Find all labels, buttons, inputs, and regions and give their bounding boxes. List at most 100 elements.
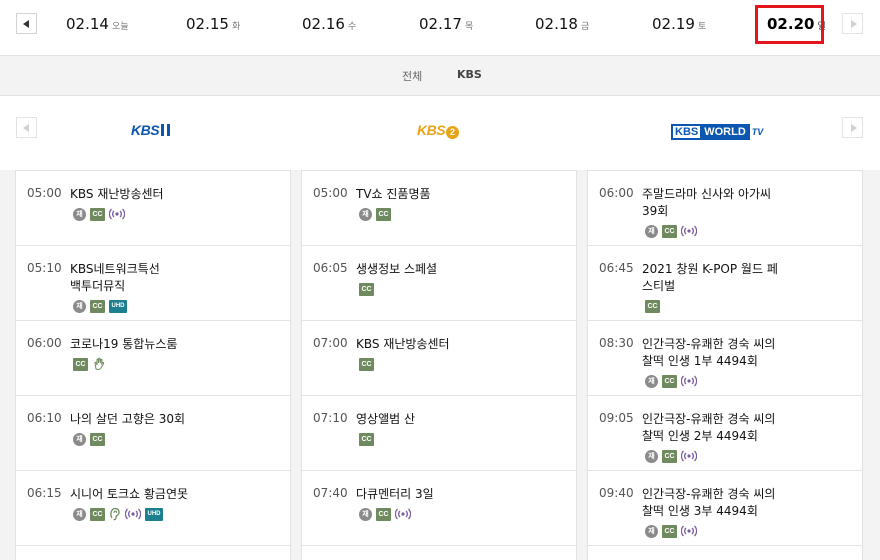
program-badges: CC <box>359 282 374 296</box>
program-title[interactable]: 인간극장-유쾌한 경숙 씨의 찰떡 인생 1부 4494회 <box>642 336 782 370</box>
program-title[interactable]: 영상앨범 산 <box>356 411 566 428</box>
program-title[interactable]: 시니어 토크쇼 황금연못 <box>70 486 280 503</box>
program-title[interactable]: 코로나19 통합뉴스룸 <box>70 336 280 353</box>
uhd-icon: UHD <box>109 299 127 313</box>
date-item-0217[interactable]: 02.17 목 <box>419 14 473 36</box>
cc-icon: CC <box>662 449 677 463</box>
chevron-right-icon <box>851 20 857 28</box>
program-title[interactable]: KBS 재난방송센터 <box>70 186 280 203</box>
date-label: 02.18 <box>535 15 578 33</box>
broadcast-icon <box>681 524 697 538</box>
program-time: 07:40 <box>313 486 348 500</box>
cc-icon: CC <box>359 282 374 296</box>
program-title[interactable]: 생생정보 스페셜 <box>356 261 566 278</box>
cc-icon: CC <box>90 299 105 313</box>
weekday-label: 화 <box>231 22 241 32</box>
kbs1-schedule-column: 05:00 KBS 재난방송센터 재 CC 05:10 KBS네트워크특선 백투더뮤직 재 C… <box>15 170 291 560</box>
program-badges: CC <box>359 357 374 371</box>
date-label: 02.19 <box>652 15 695 33</box>
program-time: 05:00 <box>27 186 62 200</box>
program-time: 06:45 <box>599 261 634 275</box>
cc-icon: CC <box>73 357 88 371</box>
program-row[interactable]: 08:30 인간극장-유쾌한 경숙 씨의 찰떡 인생 1부 4494회 재 CC <box>588 321 862 396</box>
program-badges: 재 CC <box>645 374 697 388</box>
program-badges: 재 CC <box>359 507 411 521</box>
program-row[interactable]: 05:00 KBS 재난방송센터재 CC <box>16 171 290 246</box>
program-row[interactable]: 06:10 나의 살던 고향은 30회재 CC <box>16 396 290 471</box>
program-row[interactable]: 09:40 인간극장-유쾌한 경숙 씨의 찰떡 인생 3부 4494회재 CC <box>588 471 862 546</box>
selected-date-highlight-box <box>755 5 824 44</box>
rerun-icon: 재 <box>645 374 658 388</box>
program-title[interactable]: 2021 창원 K-POP 월드 페스티벌 <box>642 261 782 295</box>
program-time: 07:10 <box>313 411 348 425</box>
kbs1-logo: KBS <box>131 120 181 138</box>
program-time: 06:05 <box>313 261 348 275</box>
date-item-0215[interactable]: 02.15 화 <box>186 14 240 36</box>
audio-description-icon <box>109 507 121 521</box>
broadcast-icon <box>109 207 125 221</box>
filter-all-tab[interactable]: 전체 <box>402 68 422 84</box>
weekday-label: 금 <box>580 22 590 32</box>
channel-next-button[interactable] <box>842 117 863 138</box>
cc-icon: CC <box>376 507 391 521</box>
program-title[interactable]: 인간극장-유쾌한 경숙 씨의 찰떡 인생 3부 4494회 <box>642 486 782 520</box>
program-row[interactable]: 07:40 다큐멘터리 3일재 CC <box>302 471 576 546</box>
program-row[interactable]: 07:00 KBS 재난방송센터 CC <box>302 321 576 396</box>
program-title[interactable]: 주말드라마 신사와 아가씨 39회 <box>642 186 782 220</box>
weekday-label: 토 <box>697 22 707 32</box>
broadcast-icon <box>681 449 697 463</box>
program-title[interactable]: KBS네트워크특선 백투더뮤직 <box>70 261 170 295</box>
cc-icon: CC <box>662 374 677 388</box>
program-time: 07:00 <box>313 336 348 350</box>
program-time: 09:40 <box>599 486 634 500</box>
rerun-icon: 재 <box>73 207 86 221</box>
program-badges: 재 CC <box>73 207 125 221</box>
program-title[interactable]: KBS 재난방송센터 <box>356 336 566 353</box>
kbs-world-tv-logo: KBS WORLD TV <box>671 120 781 140</box>
program-row[interactable]: 06:00 주말드라마 신사와 아가씨 39회 재 CC <box>588 171 862 246</box>
date-item-0216[interactable]: 02.16 수 <box>302 14 356 36</box>
program-title[interactable]: 다큐멘터리 3일 <box>356 486 566 503</box>
program-title[interactable]: 인간극장-유쾌한 경숙 씨의 찰떡 인생 2부 4494회 <box>642 411 782 445</box>
weekday-label: 수 <box>347 22 357 32</box>
program-badges: 재 CC <box>645 224 697 238</box>
channel-header: KBS KBS 2 KBS WORLD TV <box>0 95 880 170</box>
date-next-button[interactable] <box>842 13 863 34</box>
program-time: 06:15 <box>27 486 62 500</box>
channel-prev-button[interactable] <box>16 117 37 138</box>
rerun-icon: 재 <box>359 207 372 221</box>
date-item-0218[interactable]: 02.18 금 <box>535 14 589 36</box>
program-badges: 재 CC <box>645 524 697 538</box>
program-badges: CC <box>359 432 374 446</box>
program-row[interactable]: 06:00 코로나19 통합뉴스룸 CC <box>16 321 290 396</box>
kbs2-schedule-column: 05:00 TV쇼 진품명품 재 CC 06:05 생생정보 스페셜 CC 07:00 KBS … <box>301 170 577 560</box>
program-title[interactable]: TV쇼 진품명품 <box>356 186 566 203</box>
chevron-left-icon <box>23 20 29 28</box>
program-badges: 재 CC <box>73 432 105 446</box>
date-item-0219[interactable]: 02.19 토 <box>652 14 706 36</box>
rerun-icon: 재 <box>645 449 658 463</box>
program-row[interactable]: 06:05 생생정보 스페셜 CC <box>302 246 576 321</box>
program-row[interactable]: 06:45 2021 창원 K-POP 월드 페스티벌 CC <box>588 246 862 321</box>
rerun-icon: 재 <box>359 507 372 521</box>
date-item-0214[interactable]: 02.14 오늘 <box>66 14 129 36</box>
program-badges: 재 CC <box>645 449 697 463</box>
date-label: 02.15 <box>186 15 229 33</box>
program-title[interactable]: 나의 살던 고향은 30회 <box>70 411 280 428</box>
program-row[interactable]: 05:10 KBS네트워크특선 백투더뮤직 재 CC UHD <box>16 246 290 321</box>
program-row[interactable]: 07:10 영상앨범 산 CC <box>302 396 576 471</box>
program-badges: CC <box>73 357 106 371</box>
date-label: 02.14 <box>66 15 109 33</box>
kbs1-numeral-icon <box>161 124 171 136</box>
cc-icon: CC <box>645 299 660 313</box>
weekday-label: 오늘 <box>111 22 129 32</box>
filter-kbs-tab[interactable]: KBS <box>457 68 482 81</box>
program-row[interactable]: 05:00 TV쇼 진품명품 재 CC <box>302 171 576 246</box>
program-time: 06:10 <box>27 411 62 425</box>
date-prev-button[interactable] <box>16 13 37 34</box>
program-row[interactable]: 06:15 시니어 토크쇼 황금연못 재 CC UHD <box>16 471 290 546</box>
broadcast-icon <box>395 507 411 521</box>
program-row[interactable]: 09:05 인간극장-유쾌한 경숙 씨의 찰떡 인생 2부 4494회 재 CC <box>588 396 862 471</box>
cc-icon: CC <box>359 432 374 446</box>
cc-icon: CC <box>662 224 677 238</box>
